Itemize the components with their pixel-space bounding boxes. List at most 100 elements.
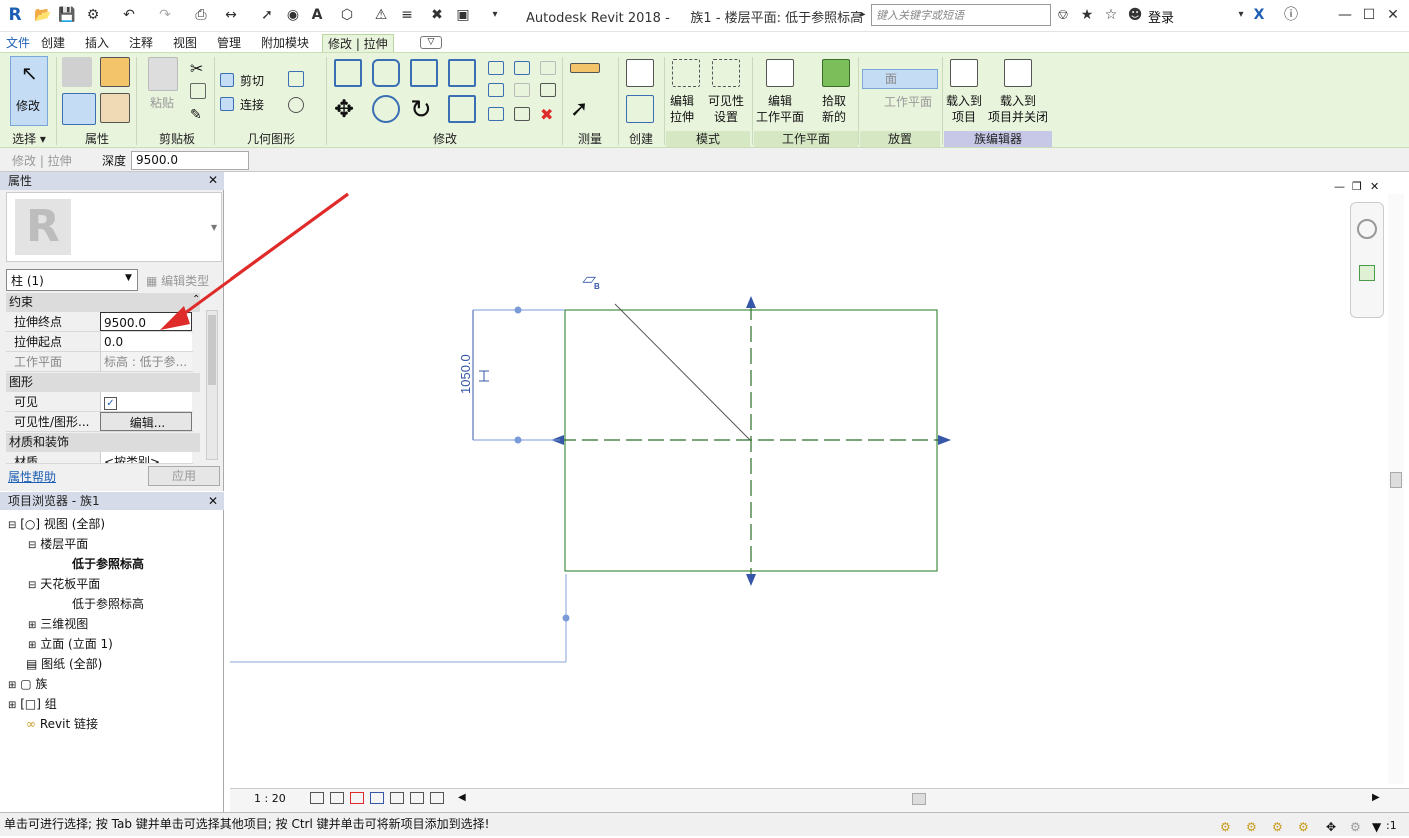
canvas-svg[interactable]: 1050.0 ▱ B: [230, 172, 1409, 788]
temp-hide-icon[interactable]: [430, 792, 444, 804]
expand-icon[interactable]: ⊞: [28, 640, 36, 651]
login-button[interactable]: 登录: [1148, 7, 1174, 26]
tree-node-families[interactable]: ⊞ ▢ 族: [8, 675, 47, 695]
create-similar-icon[interactable]: [626, 95, 654, 123]
drawing-canvas[interactable]: 1050.0 ▱ B — ❐ ✕: [230, 172, 1409, 788]
edit-extrusion-icon[interactable]: [672, 59, 700, 87]
visibility-settings-label[interactable]: 可见性 设置: [708, 93, 744, 125]
measure-distance-icon[interactable]: [570, 63, 600, 73]
sync-icon[interactable]: ⚙: [84, 6, 102, 24]
steering-wheel-icon[interactable]: [1357, 219, 1377, 239]
apply-button[interactable]: 应用: [148, 466, 220, 486]
tab-modify-extrusion[interactable]: 修改 | 拉伸: [322, 34, 394, 52]
trim-multiple-icon[interactable]: [488, 107, 504, 121]
load-into-project-icon[interactable]: [950, 59, 978, 87]
section-graphics[interactable]: 图形: [6, 373, 200, 392]
view-scale[interactable]: 1 : 20: [254, 792, 286, 805]
trim-single-icon[interactable]: [514, 107, 530, 121]
help-icon[interactable]: ⓘ: [1282, 6, 1300, 24]
join-geometry-icon[interactable]: [220, 97, 234, 111]
place-on-face-button[interactable]: 面: [862, 69, 938, 89]
customize-qat-icon[interactable]: ▾: [486, 6, 504, 24]
align-icon[interactable]: [334, 59, 362, 87]
3d-view-icon[interactable]: ⬡: [338, 6, 356, 24]
zoom-region-icon[interactable]: [1359, 265, 1375, 281]
aligned-dimension-icon[interactable]: ➚: [258, 6, 276, 24]
subscription-icon[interactable]: ★: [1078, 6, 1096, 24]
visible-checkbox[interactable]: ✓: [104, 397, 117, 410]
collapse-icon[interactable]: ⊟: [28, 540, 36, 551]
thin-lines-icon[interactable]: ≡: [398, 6, 416, 24]
text-icon[interactable]: A: [308, 6, 326, 24]
shape-handle-right[interactable]: [938, 435, 951, 445]
paste-icon[interactable]: [148, 57, 178, 91]
tree-node-floor-plans[interactable]: ⊟ 楼层平面: [28, 535, 88, 555]
tab-addins[interactable]: 附加模块: [261, 34, 309, 52]
diagonal-line[interactable]: [614, 303, 751, 441]
crop-region-grip[interactable]: [562, 614, 570, 622]
pick-new-icon[interactable]: [822, 59, 850, 87]
dimension-grip-top[interactable]: [514, 306, 522, 314]
tab-view[interactable]: 视图: [173, 34, 197, 52]
vertical-scrollbar[interactable]: [1388, 194, 1404, 784]
mirror-pick-icon[interactable]: [410, 59, 438, 87]
browser-close-icon[interactable]: ✕: [208, 494, 218, 508]
array-icon[interactable]: [488, 83, 504, 97]
shadows-icon[interactable]: [370, 792, 384, 804]
aligned-dim-icon[interactable]: ➚: [570, 97, 588, 122]
expand-arrow-icon[interactable]: ▸: [854, 6, 872, 24]
background-process-icon[interactable]: ⚙: [1350, 816, 1361, 838]
drag-elements-icon[interactable]: ✥: [1326, 816, 1336, 838]
split-element-icon[interactable]: [488, 61, 504, 75]
offset-icon[interactable]: [372, 59, 400, 87]
favorites-icon[interactable]: ☆: [1102, 6, 1120, 24]
vis-graphics-edit-button[interactable]: 编辑...: [100, 412, 192, 431]
tree-node-revit-links[interactable]: ∞ Revit 链接: [26, 715, 98, 733]
collapse-icon[interactable]: ⊟: [8, 520, 16, 531]
copy-element-icon[interactable]: [372, 95, 400, 123]
dimension-grip-bottom[interactable]: [514, 436, 522, 444]
material-value[interactable]: <按类别>: [100, 452, 192, 463]
tree-node-groups[interactable]: ⊞ [□] 组: [8, 695, 57, 715]
revit-logo-icon[interactable]: R: [6, 6, 24, 24]
login-dropdown-icon[interactable]: ▾: [1232, 6, 1250, 24]
dimension-value[interactable]: 1050.0: [458, 354, 473, 394]
scale-icon[interactable]: [514, 83, 530, 97]
expand-icon[interactable]: ⊞: [28, 620, 36, 631]
cut-scissors-icon[interactable]: ✂: [190, 59, 203, 78]
expand-icon[interactable]: ⊞: [8, 700, 16, 711]
section-materials[interactable]: 材质和装饰: [6, 433, 200, 452]
panel-toggle-icon[interactable]: ▽: [420, 36, 442, 49]
modify-button[interactable]: ↖ 修改: [10, 56, 48, 126]
cut-geometry-label[interactable]: 剪切: [240, 73, 264, 89]
mirror-draw-icon[interactable]: [448, 59, 476, 87]
visibility-settings-icon[interactable]: [712, 59, 740, 87]
tag-icon[interactable]: ◉: [284, 6, 302, 24]
show-crop-icon[interactable]: [410, 792, 424, 804]
pin-icon[interactable]: [540, 83, 556, 97]
delete-icon[interactable]: ✖: [540, 105, 553, 124]
shape-handle-top[interactable]: [746, 296, 756, 308]
tab-insert[interactable]: 插入: [85, 34, 109, 52]
join-geometry-label[interactable]: 连接: [240, 97, 264, 113]
load-and-close-icon[interactable]: [1004, 59, 1032, 87]
close-icon[interactable]: ✕: [1384, 6, 1402, 24]
exchange-apps-icon[interactable]: X: [1250, 6, 1268, 24]
tab-manage[interactable]: 管理: [217, 34, 241, 52]
horizontal-scroll-thumb[interactable]: [912, 793, 926, 805]
copy-icon[interactable]: [190, 83, 206, 99]
trim-extend-icon[interactable]: [448, 95, 476, 123]
depth-input[interactable]: 9500.0: [131, 151, 249, 170]
crop-view-icon[interactable]: [390, 792, 404, 804]
tree-node-ceiling-below-ref[interactable]: 低于参照标高: [72, 595, 144, 613]
select-panel-label[interactable]: 选择 ▾: [4, 131, 54, 147]
rotate-icon[interactable]: ↻: [410, 95, 432, 125]
vertical-scroll-thumb[interactable]: [1390, 472, 1402, 488]
binoculars-icon[interactable]: ⎊: [1054, 6, 1072, 24]
detail-level-icon[interactable]: [310, 792, 324, 804]
redo-icon[interactable]: ↷: [156, 6, 174, 24]
split-gap-icon[interactable]: [514, 61, 530, 75]
tree-node-elevations[interactable]: ⊞ 立面 (立面 1): [28, 635, 113, 655]
scroll-right-icon[interactable]: ▶: [1372, 792, 1380, 803]
edit-workplane-label[interactable]: 编辑 工作平面: [756, 93, 804, 125]
